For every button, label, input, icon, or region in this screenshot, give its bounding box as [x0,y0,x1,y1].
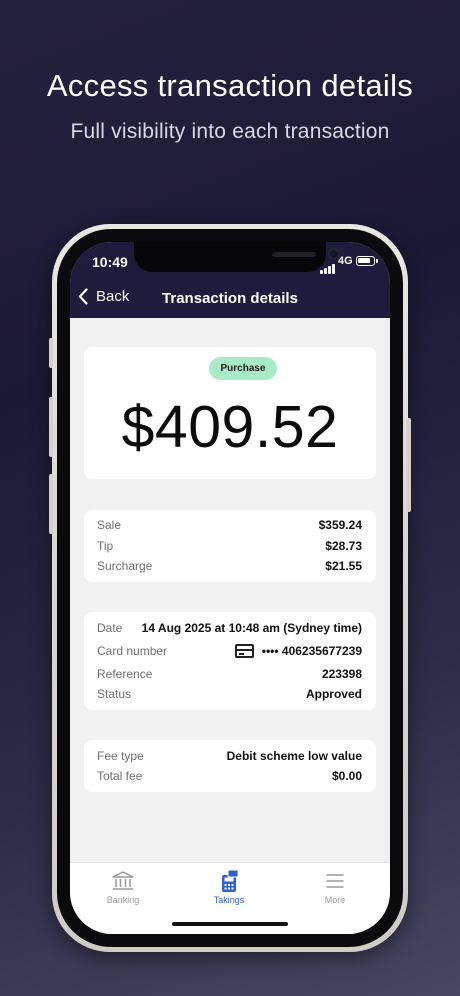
breakdown-row-sale: Sale $359.24 [97,517,362,533]
subheadline: Full visibility into each transaction [70,120,390,143]
navigation-header: 10:49 4G Back Transaction details [70,242,390,318]
total-fee-row: Total fee $0.00 [97,768,362,784]
transaction-amount: $409.52 [121,394,339,460]
home-indicator[interactable] [172,922,288,926]
phone-screen: 10:49 4G Back Transaction details Purcha… [70,242,390,934]
tab-banking-label: Banking [106,895,140,905]
signal-icon [320,256,336,274]
card-number-label: Card number [97,644,168,658]
fee-type-value: Debit scheme low value [226,749,362,763]
phone-volume-down [49,474,53,534]
amount-card: Purchase $409.52 [84,347,376,479]
surcharge-value: $21.55 [325,559,362,573]
credit-card-icon [234,644,254,658]
sale-label: Sale [97,518,122,532]
breakdown-card: Sale $359.24 Tip $28.73 Surcharge $21.55 [84,510,376,582]
fees-card: Fee type Debit scheme low value Total fe… [84,740,376,792]
status-value: Approved [305,687,362,701]
page-title: Transaction details [162,290,298,307]
reference-row: Reference 223398 [97,666,362,682]
bank-icon [112,871,134,890]
sale-value: $359.24 [318,518,362,532]
menu-icon [326,874,344,888]
transaction-type-badge: Purchase [209,357,277,380]
fee-type-label: Fee type [97,749,144,763]
earpiece-speaker [272,252,316,257]
tip-label: Tip [97,539,114,553]
breakdown-row-tip: Tip $28.73 [97,538,362,554]
fee-type-row: Fee type Debit scheme low value [97,748,362,764]
total-fee-value: $0.00 [331,769,362,783]
tab-more-label: More [324,895,346,905]
date-value: 14 Aug 2025 at 10:48 am (Sydney time) [141,621,362,635]
status-label: Status [97,687,132,701]
status-time: 10:49 [92,254,128,270]
reference-label: Reference [97,667,153,681]
tab-more[interactable]: More [295,869,375,905]
phone-mute-switch [49,338,53,368]
reference-value: 223398 [321,667,362,681]
tab-takings[interactable]: Takings [189,869,269,905]
phone-power-button [407,418,411,512]
card-number-value: •••• 406235677239 [261,644,362,658]
headline: Access transaction details [46,68,414,103]
date-label: Date [97,621,123,635]
tab-banking[interactable]: Banking [83,869,163,905]
phone-volume-up [49,397,53,457]
terminal-icon [222,869,239,892]
status-row: Status Approved [97,686,362,702]
tip-value: $28.73 [325,539,362,553]
date-row: Date 14 Aug 2025 at 10:48 am (Sydney tim… [97,620,362,636]
notch [134,242,340,272]
details-card: Date 14 Aug 2025 at 10:48 am (Sydney tim… [84,612,376,710]
network-type: 4G [338,255,353,267]
breakdown-row-surcharge: Surcharge $21.55 [97,558,362,574]
total-fee-label: Total fee [97,769,143,783]
card-number-field: •••• 406235677239 [234,644,362,658]
tab-takings-label: Takings [213,895,245,905]
battery-icon [356,256,378,266]
surcharge-label: Surcharge [97,559,153,573]
card-number-row: Card number •••• 406235677239 [97,643,362,659]
